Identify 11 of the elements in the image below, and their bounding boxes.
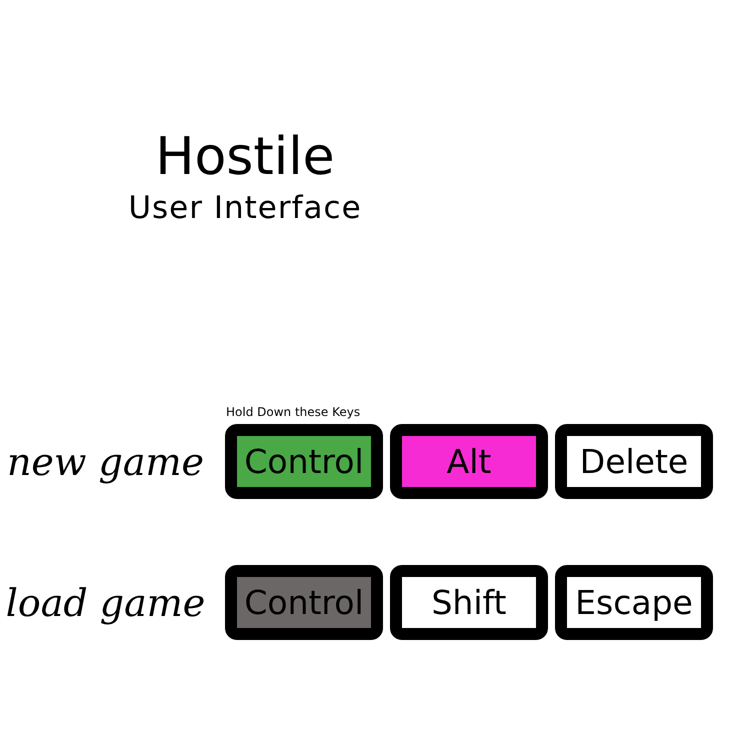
key-cap: Alt bbox=[390, 424, 548, 499]
menu-option[interactable]: new game bbox=[6, 436, 204, 486]
game-subtitle: User Interface bbox=[127, 189, 363, 228]
key-hint: Hold Down these Keys bbox=[226, 404, 360, 420]
key-cap: Control bbox=[225, 565, 383, 640]
menu-option[interactable]: load game bbox=[6, 578, 206, 628]
key-cap: Delete bbox=[555, 424, 713, 499]
key-cap: Escape bbox=[555, 565, 713, 640]
game-title: Hostile bbox=[154, 126, 336, 188]
key-cap: Shift bbox=[390, 565, 548, 640]
key-cap: Control bbox=[225, 424, 383, 499]
